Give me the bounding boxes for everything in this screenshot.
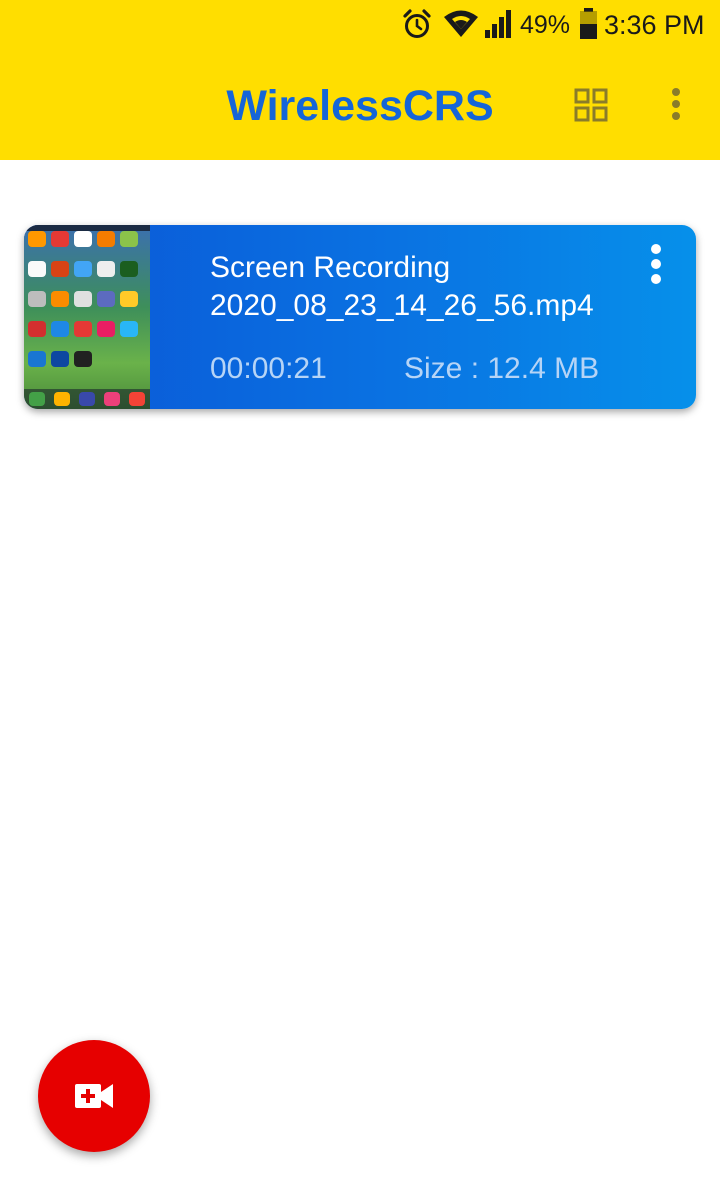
recording-thumbnail [24,225,150,409]
recording-card[interactable]: Screen Recording 2020_08_23_14_26_56.mp4… [24,225,696,409]
cellular-signal-icon [485,10,511,38]
battery-percent: 49% [520,11,571,39]
recording-duration: 00:00:21 [210,352,327,385]
status-clock: 3:36 PM [604,10,705,40]
alarm-icon [403,9,431,38]
overflow-menu-icon[interactable] [641,243,671,289]
status-bar: 49% 3:36 PM [0,0,720,50]
recording-name: Screen Recording 2020_08_23_14_26_56.mp4 [210,251,594,322]
app-bar: WirelessCRS [0,50,720,160]
start-recording-button[interactable] [38,1040,150,1152]
grid-view-icon[interactable] [570,84,614,128]
recording-size: Size : 12.4 MB [404,352,600,385]
add-video-icon [75,1084,113,1108]
overflow-menu-icon[interactable] [660,84,692,128]
wifi-icon [444,10,478,37]
battery-icon [580,8,597,39]
